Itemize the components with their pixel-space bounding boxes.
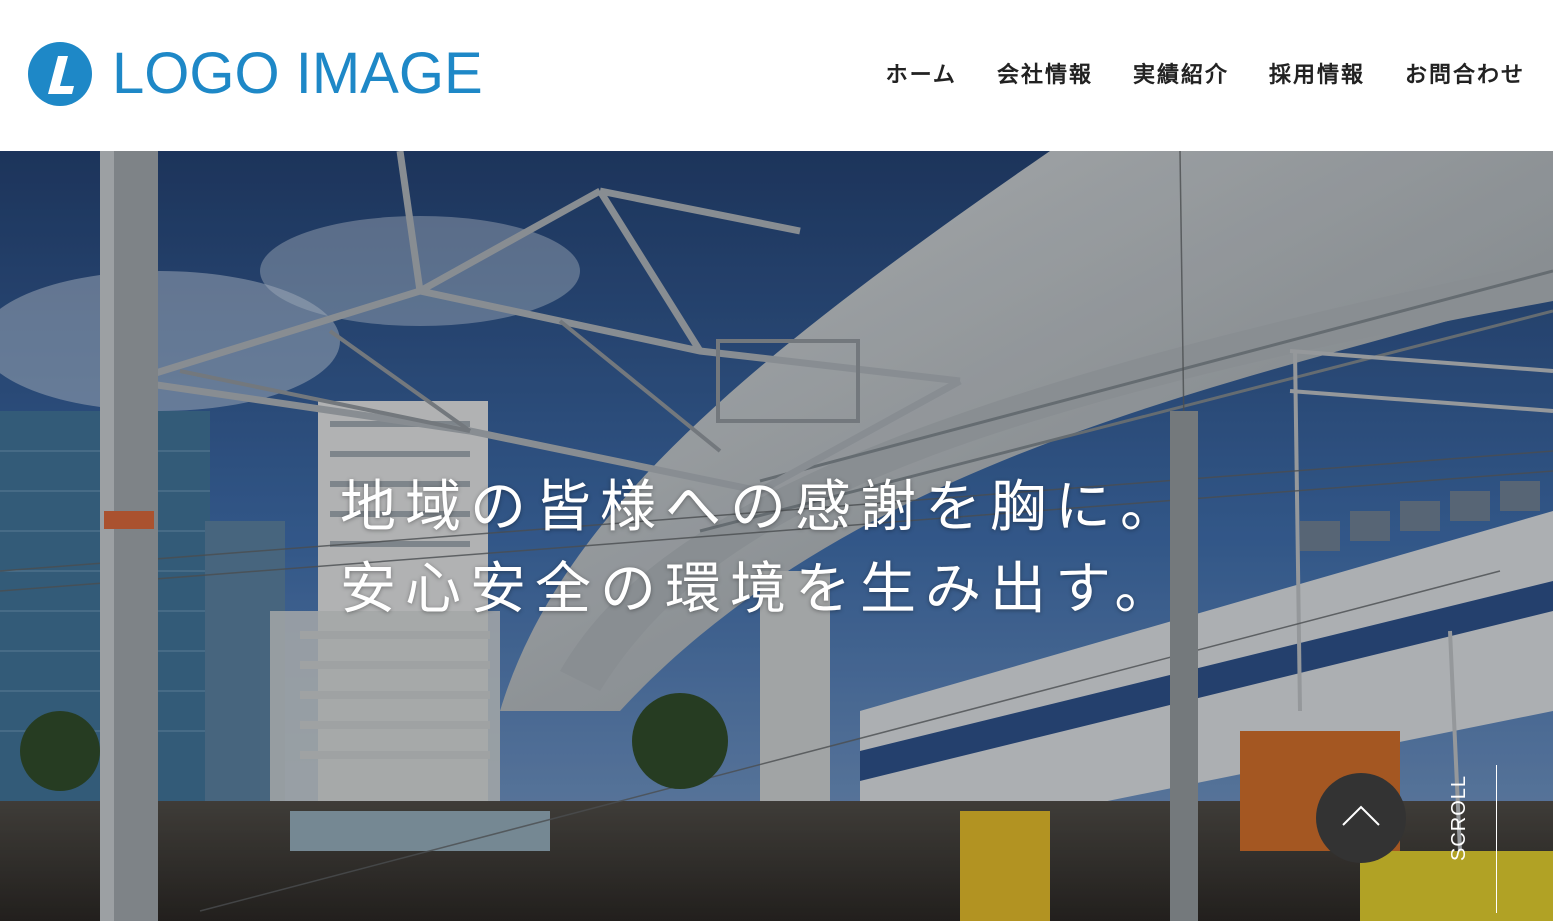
nav-item-recruit[interactable]: 採用情報 xyxy=(1269,58,1365,94)
hero-catchcopy: 地域の皆様への感謝を胸に。 安心安全の環境を生み出す。 xyxy=(340,467,1185,631)
catchcopy-line-2: 安心安全の環境を生み出す。 xyxy=(340,557,1180,622)
chevron-up-icon xyxy=(1342,805,1380,826)
global-nav: ホーム 会社情報 実績紹介 採用情報 お問合わせ xyxy=(886,58,1525,94)
nav-item-works[interactable]: 実績紹介 xyxy=(1133,58,1229,94)
hero-visual: 地域の皆様への感謝を胸に。 安心安全の環境を生み出す。 SCROLL xyxy=(0,151,1553,921)
scroll-line xyxy=(1496,765,1497,913)
scroll-indicator[interactable]: SCROLL xyxy=(1448,763,1508,913)
scroll-label: SCROLL xyxy=(1448,774,1470,861)
nav-item-company[interactable]: 会社情報 xyxy=(997,58,1093,94)
nav-item-home[interactable]: ホーム xyxy=(886,58,957,94)
logo-text: LOGO IMAGE xyxy=(112,41,483,106)
nav-item-contact[interactable]: お問合わせ xyxy=(1405,58,1525,94)
logo[interactable]: LOGO IMAGE xyxy=(28,42,483,106)
logo-mark-icon xyxy=(28,42,92,106)
site-header: LOGO IMAGE ホーム 会社情報 実績紹介 採用情報 お問合わせ xyxy=(0,0,1553,151)
page-top-button[interactable] xyxy=(1316,773,1406,863)
catchcopy-line-1: 地域の皆様への感謝を胸に。 xyxy=(340,475,1185,540)
